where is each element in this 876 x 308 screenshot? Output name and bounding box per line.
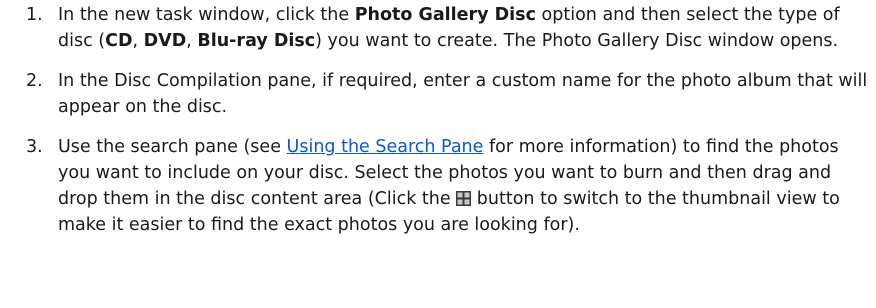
step-item-3: 3. Use the search pane (see Using the Se… xyxy=(0,134,876,238)
step-item-2: 2. In the Disc Compilation pane, if requ… xyxy=(0,68,876,120)
step-item-1: 1. In the new task window, click the Pho… xyxy=(0,0,876,54)
thumbnail-view-grid-icon xyxy=(456,191,472,206)
step-text: ) you want to create. The Photo Gallery … xyxy=(315,31,839,51)
step-text: , xyxy=(186,31,198,51)
disc-type-cd: CD xyxy=(105,31,133,51)
instruction-steps: 1. In the new task window, click the Pho… xyxy=(0,0,876,238)
step-text: In the new task window, click the xyxy=(58,5,355,25)
option-name-photo-gallery-disc: Photo Gallery Disc xyxy=(354,5,536,25)
step-text: , xyxy=(132,31,144,51)
step-text: In the Disc Compilation pane, if require… xyxy=(58,71,868,117)
disc-type-dvd: DVD xyxy=(143,31,187,51)
using-the-search-pane-link[interactable]: Using the Search Pane xyxy=(287,137,484,157)
step-text: Use the search pane (see xyxy=(58,137,287,157)
step-number: 2. xyxy=(26,71,43,91)
step-number: 3. xyxy=(26,137,43,157)
disc-type-blu-ray: Blu-ray Disc xyxy=(197,31,316,51)
step-number: 1. xyxy=(26,5,43,25)
